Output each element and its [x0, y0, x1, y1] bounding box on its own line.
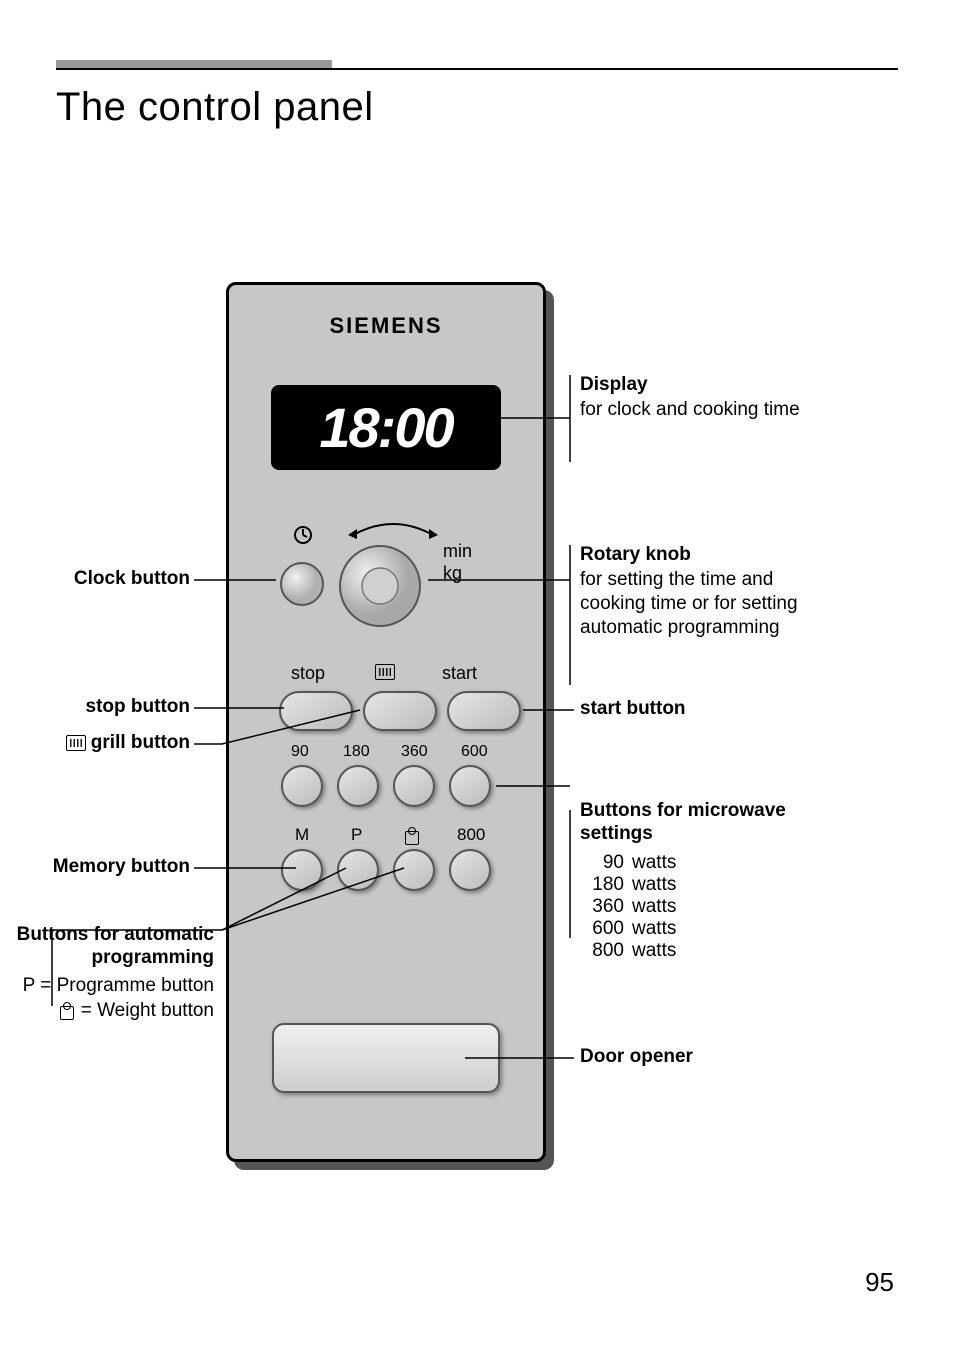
display-screen: 18:00	[271, 385, 501, 470]
callout-clock: Clock button	[0, 568, 190, 590]
power-600-button[interactable]	[449, 765, 491, 807]
callout-clock-title: Clock button	[0, 568, 190, 590]
page-title: The control panel	[56, 85, 374, 130]
power-label-600: 600	[461, 743, 488, 761]
start-label: start	[442, 663, 477, 684]
stop-button[interactable]	[279, 691, 353, 731]
callout-stop: stop button	[0, 696, 190, 718]
callout-grill-title: grill button	[0, 732, 190, 754]
clock-icon	[293, 525, 313, 545]
callout-display: Display for clock and cooking time	[580, 374, 840, 422]
rotary-knob[interactable]	[337, 543, 423, 629]
callout-start: start button	[580, 698, 840, 720]
door-opener-button[interactable]	[272, 1023, 500, 1093]
callout-door-title: Door opener	[580, 1046, 840, 1068]
knob-unit-kg: kg	[443, 563, 462, 584]
callout-grill: grill button	[0, 732, 190, 754]
page-number: 95	[865, 1267, 894, 1298]
header-rule	[56, 68, 898, 70]
callout-display-title: Display	[580, 374, 840, 396]
memory-label: M	[295, 825, 309, 845]
callout-rotary: Rotary knob for setting the time and coo…	[580, 544, 840, 639]
callout-start-title: start button	[580, 698, 840, 720]
power-label-360: 360	[401, 743, 428, 761]
watt-row-360: 360watts	[580, 896, 840, 918]
header-accent-bar	[56, 60, 332, 68]
start-button[interactable]	[447, 691, 521, 731]
control-panel: SIEMENS 18:00	[226, 282, 546, 1162]
callout-auto-w-line: = Weight button	[0, 999, 214, 1023]
grill-icon	[375, 663, 395, 681]
callout-display-desc: for clock and cooking time	[580, 398, 840, 422]
weight-icon	[59, 1002, 75, 1020]
weight-button[interactable]	[393, 849, 435, 891]
callout-memory: Memory button	[0, 856, 190, 878]
grill-icon	[66, 735, 86, 751]
callout-door: Door opener	[580, 1046, 840, 1068]
clock-button[interactable]	[279, 561, 325, 607]
callout-auto-title: Buttons for automatic programming	[0, 924, 214, 970]
callout-auto-p-line: P = Programme button	[0, 974, 214, 998]
callout-rotary-title: Rotary knob	[580, 544, 840, 566]
watt-row-600: 600watts	[580, 918, 840, 940]
callout-auto: Buttons for automatic programming P = Pr…	[0, 924, 214, 1023]
watt-row-180: 180watts	[580, 874, 840, 896]
callout-memory-title: Memory button	[0, 856, 190, 878]
watt-table: 90watts 180watts 360watts 600watts 800wa…	[580, 852, 840, 962]
power-180-button[interactable]	[337, 765, 379, 807]
watt-row-800: 800watts	[580, 940, 840, 962]
weight-icon	[404, 825, 420, 845]
memory-button[interactable]	[281, 849, 323, 891]
rotary-arrow-icon	[343, 517, 443, 541]
brand-logo: SIEMENS	[229, 313, 543, 339]
power-360-button[interactable]	[393, 765, 435, 807]
callout-stop-title: stop button	[0, 696, 190, 718]
power-label-800: 800	[457, 825, 485, 845]
power-90-button[interactable]	[281, 765, 323, 807]
grill-button[interactable]	[363, 691, 437, 731]
stop-label: stop	[291, 663, 325, 684]
callout-microwave: Buttons for microwave settings 90watts 1…	[580, 800, 840, 962]
power-800-button[interactable]	[449, 849, 491, 891]
power-label-90: 90	[291, 743, 309, 761]
callout-microwave-title: Buttons for microwave settings	[580, 800, 840, 846]
watt-row-90: 90watts	[580, 852, 840, 874]
programme-label: P	[351, 825, 362, 845]
knob-unit-min: min	[443, 541, 472, 562]
programme-button[interactable]	[337, 849, 379, 891]
callout-rotary-desc: for setting the time and cooking time or…	[580, 568, 840, 639]
power-label-180: 180	[343, 743, 370, 761]
